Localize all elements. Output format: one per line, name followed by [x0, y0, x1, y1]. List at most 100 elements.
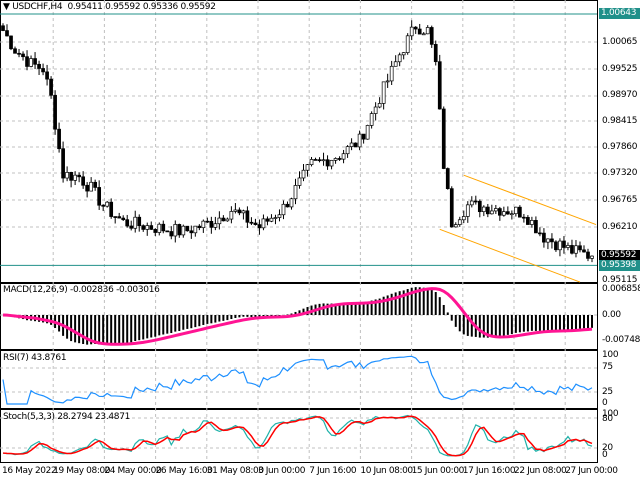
- candle: [253, 222, 258, 225]
- candle: [65, 171, 69, 179]
- candle: [261, 218, 266, 229]
- candle: [177, 224, 182, 236]
- candle: [534, 220, 538, 234]
- candle: [29, 58, 33, 67]
- candle: [341, 153, 346, 160]
- candle: [157, 223, 162, 233]
- candle: [285, 203, 290, 208]
- candle: [397, 54, 402, 63]
- candle: [37, 63, 41, 69]
- price-label: 1.00065: [602, 37, 638, 47]
- price-label: 0.96765: [602, 195, 638, 205]
- candle: [73, 174, 77, 181]
- collapse-triangle-icon[interactable]: ▼: [3, 2, 10, 12]
- candle: [137, 216, 142, 227]
- channel-lower-line: [439, 228, 581, 283]
- candle: [77, 174, 81, 178]
- stoch-axis-label: 0: [602, 450, 608, 460]
- candle: [265, 218, 270, 222]
- candle: [373, 106, 378, 114]
- symbol-name: USDCHF,H4: [12, 2, 63, 12]
- panel-frame: [0, 0, 598, 283]
- macd-axis-label: 0.00: [602, 310, 621, 320]
- candle: [309, 159, 314, 166]
- candle: [481, 206, 486, 213]
- candle: [357, 133, 362, 148]
- candle: [546, 238, 550, 243]
- candle: [441, 108, 446, 169]
- candle: [257, 224, 262, 229]
- candle: [17, 52, 21, 55]
- time-label: 3 Jun 00:00: [258, 466, 306, 476]
- ohlc-close: 0.95592: [180, 2, 216, 12]
- candle: [57, 128, 61, 150]
- candle: [506, 211, 510, 215]
- price-label: 0.98970: [602, 90, 638, 100]
- candle: [109, 201, 114, 217]
- candle: [273, 217, 278, 219]
- rsi-axis-label: 100: [602, 350, 619, 360]
- candle: [89, 181, 93, 192]
- candle: [209, 220, 214, 228]
- candle: [337, 158, 342, 160]
- candle: [582, 249, 586, 253]
- candle: [558, 240, 562, 251]
- candle: [105, 201, 110, 207]
- candle: [169, 231, 174, 237]
- candle: [405, 35, 410, 53]
- candle: [201, 220, 206, 229]
- chart-canvas[interactable]: [0, 0, 640, 480]
- candle: [449, 188, 454, 228]
- candle: [133, 216, 138, 229]
- candle: [45, 71, 49, 80]
- symbol-header: ▼ USDCHF,H4 0.95411 0.95592 0.95336 0.95…: [3, 2, 216, 12]
- candle: [369, 113, 374, 126]
- candle: [365, 125, 370, 140]
- candle: [473, 200, 478, 203]
- candle: [25, 56, 29, 67]
- candle: [69, 171, 73, 181]
- candle: [193, 225, 198, 234]
- time-label: 27 Jun 00:00: [565, 466, 618, 476]
- candle: [538, 232, 542, 235]
- candle: [485, 206, 490, 215]
- candle: [333, 158, 338, 161]
- candle: [361, 133, 366, 140]
- candle: [121, 217, 126, 221]
- candle: [277, 214, 282, 218]
- candle: [421, 33, 426, 36]
- chart-window[interactable]: ▼ USDCHF,H4 0.95411 0.95592 0.95336 0.95…: [0, 0, 640, 480]
- price-label: 0.97860: [602, 142, 638, 152]
- price-label: 0.97320: [602, 168, 638, 178]
- candle: [590, 255, 594, 259]
- candle: [81, 176, 85, 186]
- candle: [305, 164, 310, 171]
- candle: [245, 210, 250, 223]
- candle: [197, 225, 202, 229]
- price-label: 0.96210: [602, 222, 638, 232]
- candle: [550, 238, 554, 243]
- candle: [457, 219, 462, 225]
- candle: [381, 81, 386, 104]
- stoch-label: Stoch(5,3,3) 28.2794 23.4871: [3, 412, 131, 422]
- candle: [161, 223, 166, 232]
- ohlc-open: 0.95411: [67, 2, 103, 12]
- candle: [453, 224, 458, 228]
- rsi-axis-label: 25: [602, 387, 613, 397]
- time-label: 17 Jun 16:00: [462, 466, 516, 476]
- candle: [353, 142, 358, 148]
- candle: [313, 159, 318, 161]
- candle: [578, 245, 582, 251]
- candle: [173, 224, 178, 237]
- candle: [461, 216, 466, 221]
- candle: [510, 213, 514, 216]
- candle: [345, 146, 350, 155]
- candle: [493, 208, 498, 212]
- candle: [233, 209, 238, 212]
- candle: [497, 208, 502, 216]
- candle: [53, 94, 57, 130]
- price-label: 0.99525: [602, 64, 638, 74]
- candle: [429, 27, 434, 45]
- candle: [518, 206, 522, 218]
- candle: [149, 225, 154, 230]
